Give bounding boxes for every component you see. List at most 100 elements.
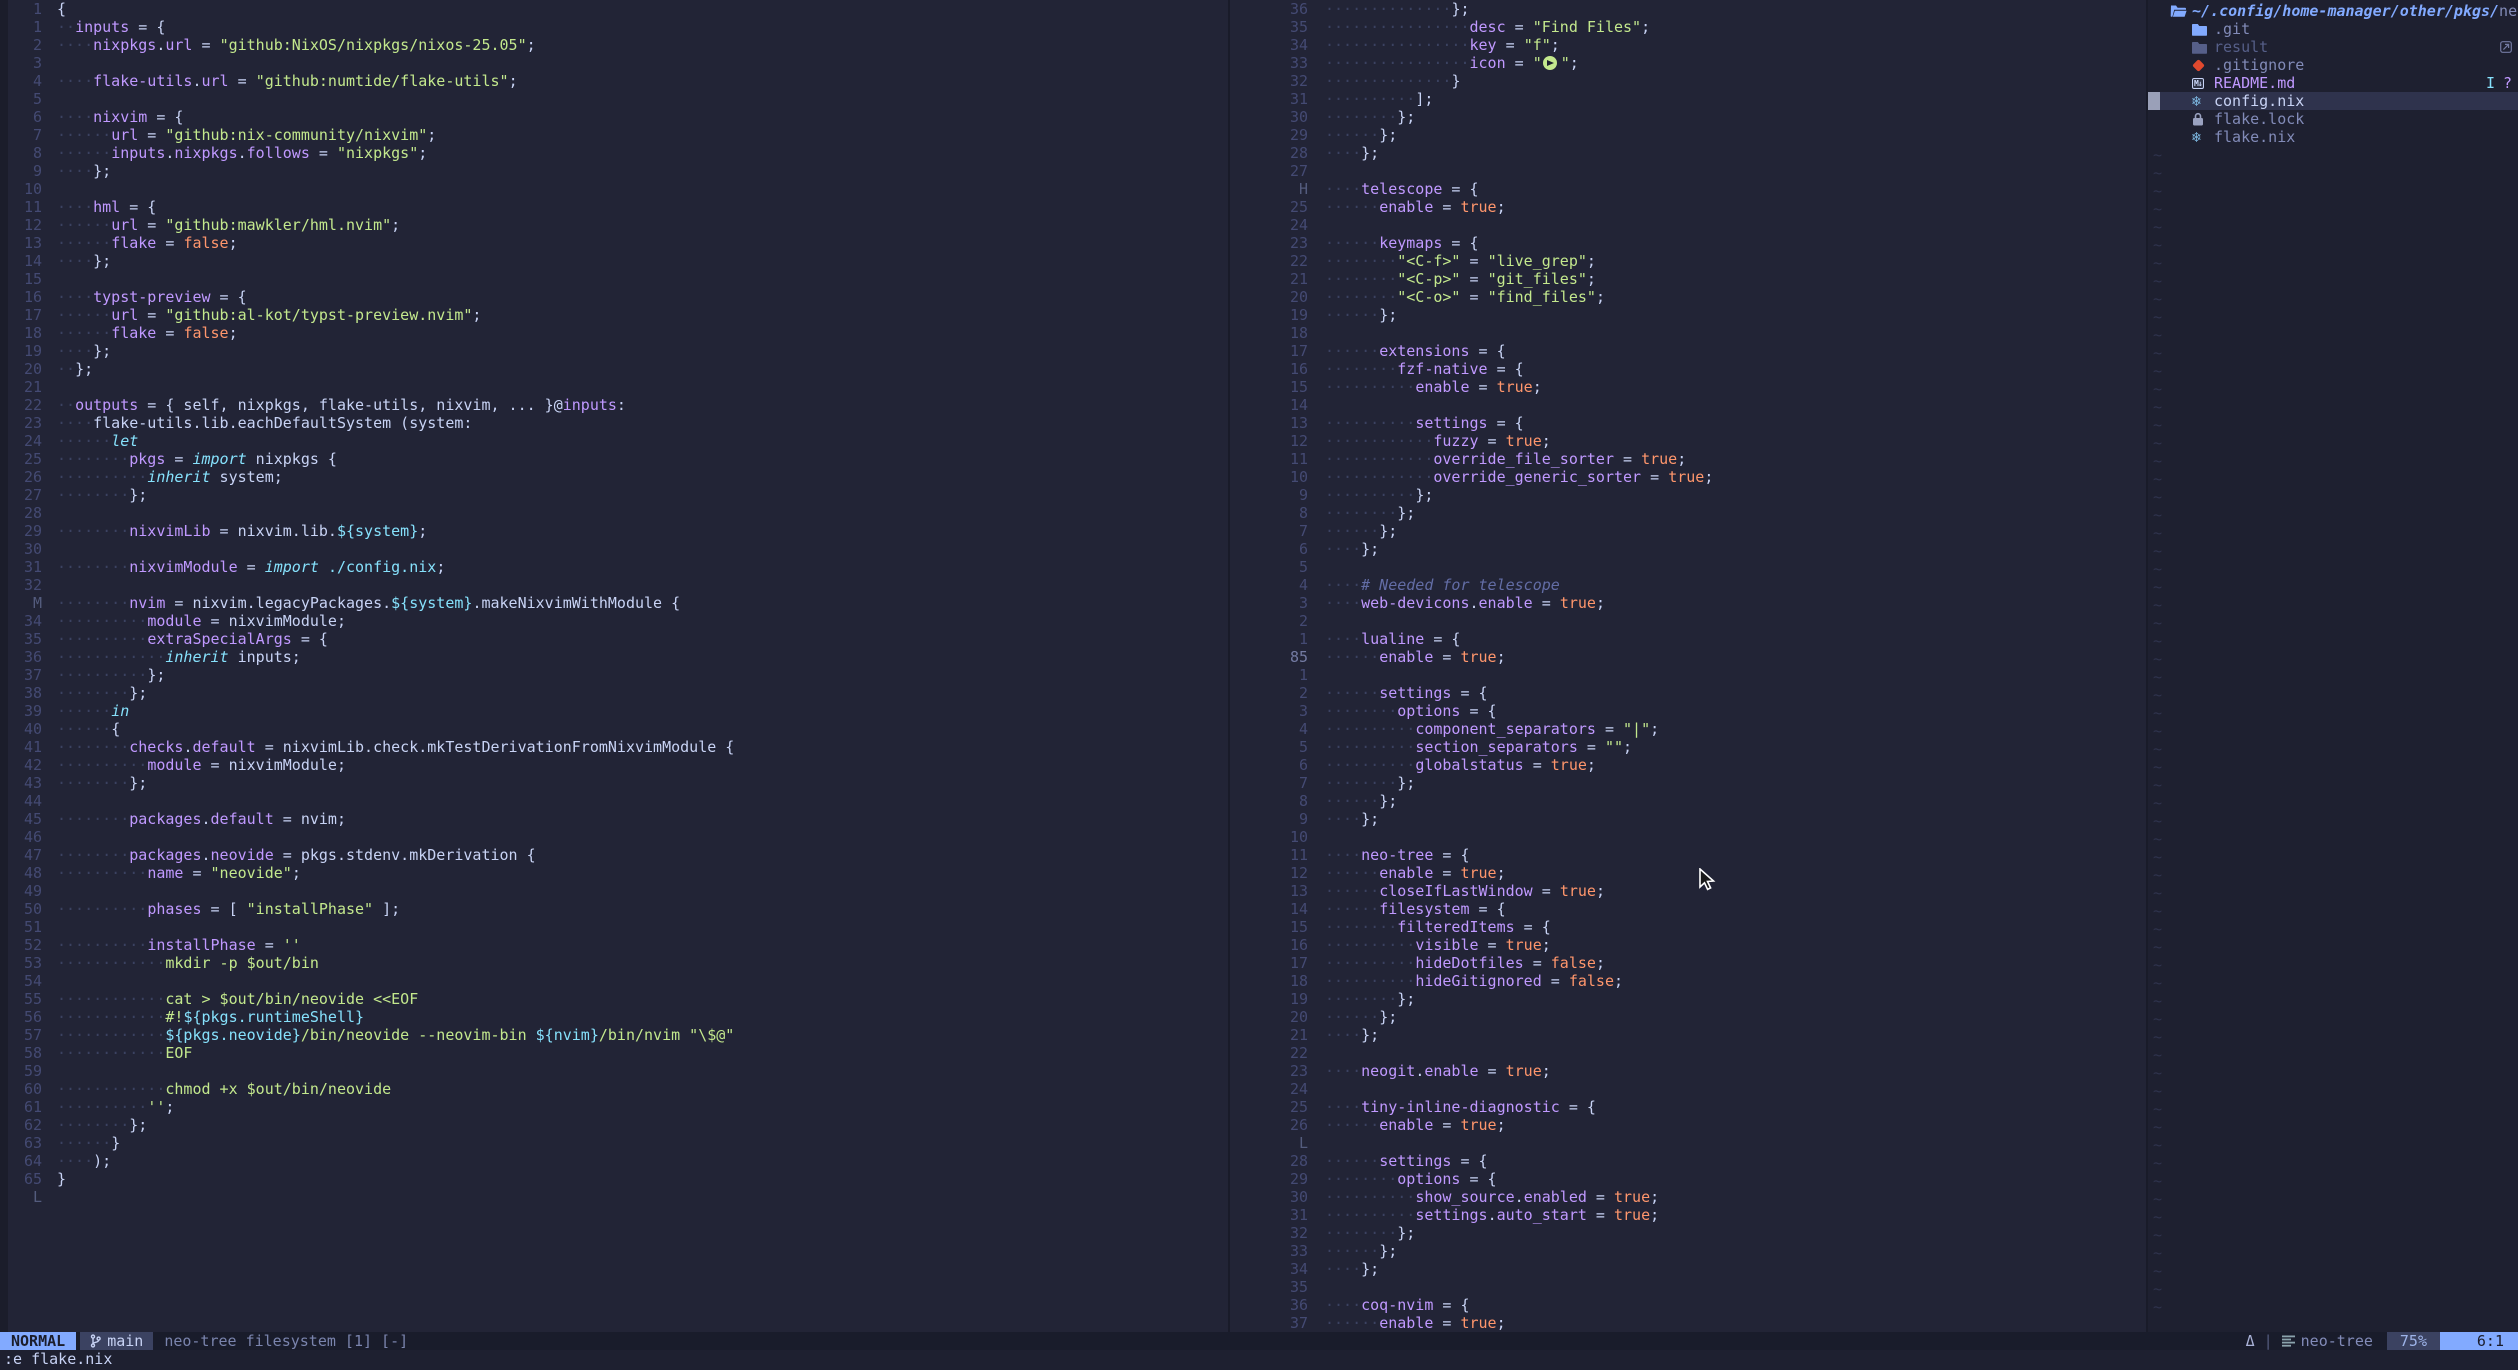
neo-tree-root[interactable]: ~/.config/home-manager/other/pkgs/ne [2148,2,2518,20]
code-line[interactable]: 23······keymaps = { [1230,234,2146,252]
code-line[interactable]: 1··inputs = { [8,18,1228,36]
code-line[interactable]: 19······}; [1230,306,2146,324]
code-line[interactable]: 3 [8,54,1228,72]
code-line[interactable]: L [8,1188,1228,1206]
code-line[interactable]: 10············override_generic_sorter = … [1230,468,2146,486]
code-line[interactable]: 2····nixpkgs.url = "github:NixOS/nixpkgs… [8,36,1228,54]
code-line[interactable]: 52··········installPhase = '' [8,936,1228,954]
code-line[interactable]: 12······url = "github:mawkler/hml.nvim"; [8,216,1228,234]
code-line[interactable]: 37··········}; [8,666,1228,684]
code-line[interactable]: 30········}; [1230,108,2146,126]
code-line[interactable]: 1 [1230,666,2146,684]
code-line[interactable]: 40······{ [8,720,1228,738]
code-line[interactable]: 14······filesystem = { [1230,900,2146,918]
code-line[interactable]: 24······let [8,432,1228,450]
code-line[interactable]: 17··········hideDotfiles = false; [1230,954,2146,972]
code-line[interactable]: 61··········''; [8,1098,1228,1116]
code-line[interactable]: 30 [8,540,1228,558]
code-line[interactable]: 23····flake-utils.lib.eachDefaultSystem … [8,414,1228,432]
code-line[interactable]: 85······enable = true; [1230,648,2146,666]
code-line[interactable]: 7········}; [1230,774,2146,792]
code-line[interactable]: 34················key = "f"; [1230,36,2146,54]
code-line[interactable]: 36··············}; [1230,0,2146,18]
code-line[interactable]: 37······enable = true; [1230,1314,2146,1332]
code-line[interactable]: 28 [8,504,1228,522]
code-line[interactable]: 20······}; [1230,1008,2146,1026]
code-line[interactable]: H····telescope = { [1230,180,2146,198]
code-line[interactable]: 31········nixvimModule = import ./config… [8,558,1228,576]
code-line[interactable]: 32··············} [1230,72,2146,90]
code-line[interactable]: 55············cat > $out/bin/neovide <<E… [8,990,1228,1008]
code-line[interactable]: 29········options = { [1230,1170,2146,1188]
code-line[interactable]: 43········}; [8,774,1228,792]
neo-tree-item-config-nix[interactable]: ❄config.nix [2148,92,2518,110]
neo-tree-item-gitignore[interactable]: .gitignore [2148,56,2518,74]
code-line[interactable]: 59 [8,1062,1228,1080]
code-line[interactable]: 54 [8,972,1228,990]
code-line[interactable]: 58············EOF [8,1044,1228,1062]
code-line[interactable]: 48··········name = "neovide"; [8,864,1228,882]
code-line[interactable]: 1····lualine = { [1230,630,2146,648]
code-line[interactable]: 12······enable = true; [1230,864,2146,882]
code-line[interactable]: 2······settings = { [1230,684,2146,702]
code-line[interactable]: 16····typst-preview = { [8,288,1228,306]
code-line[interactable]: 21 [8,378,1228,396]
code-line[interactable]: 27 [1230,162,2146,180]
code-line[interactable]: M········nvim = nixvim.legacyPackages.${… [8,594,1228,612]
code-line[interactable]: 44 [8,792,1228,810]
code-line[interactable]: 29······}; [1230,126,2146,144]
code-line[interactable]: 49 [8,882,1228,900]
code-line[interactable]: 21········"<C-p>" = "git_files"; [1230,270,2146,288]
code-line[interactable]: 19····}; [8,342,1228,360]
code-line[interactable]: 36····coq-nvim = { [1230,1296,2146,1314]
code-line[interactable]: 28····}; [1230,144,2146,162]
code-line[interactable]: 19········}; [1230,990,2146,1008]
code-line[interactable]: 42··········module = nixvimModule; [8,756,1228,774]
code-line[interactable]: 8········}; [1230,504,2146,522]
code-line[interactable]: 35················desc = "Find Files"; [1230,18,2146,36]
code-line[interactable]: 6····nixvim = { [8,108,1228,126]
code-line[interactable]: 30··········show_source.enabled = true; [1230,1188,2146,1206]
code-line[interactable]: 64····); [8,1152,1228,1170]
code-line[interactable]: 5··········section_separators = ""; [1230,738,2146,756]
code-line[interactable]: 32 [8,576,1228,594]
code-line[interactable]: 65} [8,1170,1228,1188]
code-line[interactable]: 16··········visible = true; [1230,936,2146,954]
neo-tree-item-flake-nix[interactable]: ❄flake.nix [2148,128,2518,146]
code-line[interactable]: L [1230,1134,2146,1152]
code-line[interactable]: 45········packages.default = nvim; [8,810,1228,828]
code-line[interactable]: 51 [8,918,1228,936]
code-line[interactable]: 31··········settings.auto_start = true; [1230,1206,2146,1224]
code-line[interactable]: 3····web-devicons.enable = true; [1230,594,2146,612]
code-line[interactable]: 63······} [8,1134,1228,1152]
code-line[interactable]: 14····}; [8,252,1228,270]
code-line[interactable]: 18 [1230,324,2146,342]
code-line[interactable]: 11············override_file_sorter = tru… [1230,450,2146,468]
neo-tree-item-flake-lock[interactable]: flake.lock [2148,110,2518,128]
code-line[interactable]: 2 [1230,612,2146,630]
code-line[interactable]: 20··}; [8,360,1228,378]
code-line[interactable]: 9····}; [1230,810,2146,828]
code-line[interactable]: 24 [1230,1080,2146,1098]
code-line[interactable]: 23····neogit.enable = true; [1230,1062,2146,1080]
code-line[interactable]: 22··outputs = { self, nixpkgs, flake-uti… [8,396,1228,414]
code-line[interactable]: 16········fzf-native = { [1230,360,2146,378]
code-line[interactable]: 15 [8,270,1228,288]
code-line[interactable]: 34····}; [1230,1260,2146,1278]
code-line[interactable]: 15········filteredItems = { [1230,918,2146,936]
code-line[interactable]: 26······enable = true; [1230,1116,2146,1134]
code-line[interactable]: 11····neo-tree = { [1230,846,2146,864]
code-line[interactable]: 32········}; [1230,1224,2146,1242]
code-line[interactable]: 50··········phases = [ "installPhase" ]; [8,900,1228,918]
code-line[interactable]: 4····flake-utils.url = "github:numtide/f… [8,72,1228,90]
code-line[interactable]: 4····# Needed for telescope [1230,576,2146,594]
code-line[interactable]: 4··········component_separators = "|"; [1230,720,2146,738]
code-line[interactable]: 17······url = "github:al-kot/typst-previ… [8,306,1228,324]
code-line[interactable]: 10 [8,180,1228,198]
editor-pane-config-nix[interactable]: 36··············};35················desc… [1230,0,2146,1332]
code-line[interactable]: 26··········inherit system; [8,468,1228,486]
code-line[interactable]: 35··········extraSpecialArgs = { [8,630,1228,648]
code-line[interactable]: 57············${pkgs.neovide}/bin/neovid… [8,1026,1228,1044]
code-line[interactable]: 60············chmod +x $out/bin/neovide [8,1080,1228,1098]
code-line[interactable]: 5 [8,90,1228,108]
